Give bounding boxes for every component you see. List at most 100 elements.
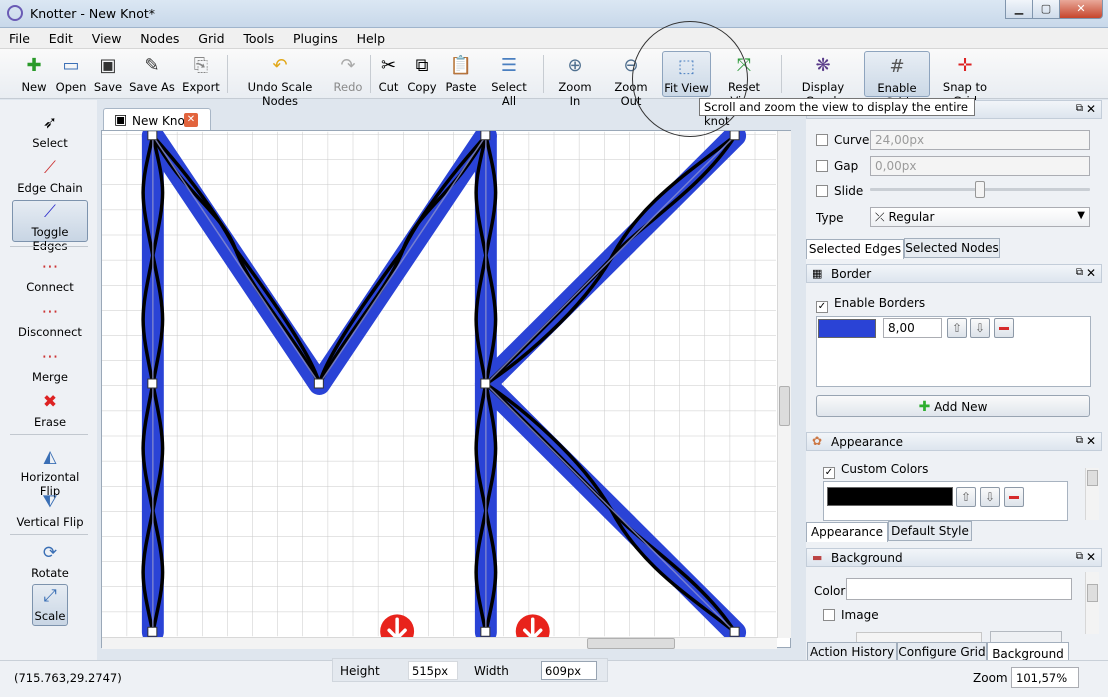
horizontal-scroll-thumb[interactable]: [587, 638, 675, 649]
save-button[interactable]: ▣ Save: [92, 51, 124, 97]
toolbar-separator: [781, 55, 782, 93]
curve-checkbox[interactable]: [816, 134, 828, 146]
connect-tool[interactable]: ⋯ Connect: [12, 256, 88, 296]
knot-node[interactable]: [729, 131, 740, 141]
new-button[interactable]: ✚ New: [18, 51, 50, 97]
tab-action-history[interactable]: Action History: [807, 642, 897, 662]
undo-button[interactable]: ↶ Undo Scale Nodes: [234, 51, 326, 108]
toggle-edges-tool[interactable]: ⟋ Toggle Edges: [12, 200, 88, 253]
tab-selected-edges[interactable]: Selected Edges: [806, 239, 904, 259]
display-graph-button[interactable]: ❋Display Graph: [787, 51, 859, 108]
close-dock-icon[interactable]: ✕: [1086, 434, 1096, 448]
merge-tool[interactable]: ⋯ Merge: [12, 346, 88, 386]
slide-checkbox[interactable]: [816, 185, 828, 197]
canvas-horizontal-scrollbar[interactable]: [102, 637, 777, 649]
knot-node[interactable]: [480, 626, 491, 637]
knot-drawing[interactable]: [102, 131, 776, 637]
cut-button[interactable]: ✂ Cut: [375, 51, 402, 97]
appearance-scroll-thumb[interactable]: [1087, 470, 1098, 486]
menu-help[interactable]: Help: [348, 28, 392, 46]
disconnect-tool[interactable]: ⋯ Disconnect: [12, 301, 88, 341]
background-image-path-field[interactable]: [856, 632, 982, 642]
menu-tools[interactable]: Tools: [234, 28, 280, 46]
menu-grid[interactable]: Grid: [189, 28, 230, 46]
border-width-spinbox[interactable]: 8,00: [883, 318, 942, 338]
knot-canvas[interactable]: [101, 130, 791, 648]
rotate-tool[interactable]: ⟳ Rotate: [12, 542, 88, 582]
close-dock-icon[interactable]: ✕: [1086, 266, 1096, 280]
add-new-border-button[interactable]: ✚ Add New: [816, 395, 1090, 417]
snap-to-grid-button[interactable]: ✛Snap to Grid: [933, 51, 997, 108]
background-scroll-thumb[interactable]: [1087, 584, 1098, 602]
tab-selected-nodes[interactable]: Selected Nodes: [904, 238, 1000, 258]
slide-slider-thumb[interactable]: [975, 181, 985, 198]
scale-tool[interactable]: ⤢ Scale: [32, 584, 68, 626]
zoom-spinbox[interactable]: 101,57%: [1011, 667, 1079, 688]
move-up-button[interactable]: ⇧: [956, 487, 976, 507]
move-down-button[interactable]: ⇩: [980, 487, 1000, 507]
menu-nodes[interactable]: Nodes: [131, 28, 185, 46]
close-tab-icon[interactable]: ✕: [184, 113, 198, 127]
vertical-scroll-thumb[interactable]: [779, 386, 790, 426]
move-down-button[interactable]: ⇩: [970, 318, 990, 338]
knot-node[interactable]: [147, 626, 158, 637]
tab-appearance[interactable]: Appearance: [806, 522, 888, 542]
background-color-button[interactable]: [846, 578, 1072, 600]
tab-configure-grid[interactable]: Configure Grid: [897, 642, 987, 662]
zoom-in-button[interactable]: ⊕ Zoom In: [553, 51, 597, 108]
custom-colors-checkbox[interactable]: ✓: [823, 467, 835, 479]
menu-edit[interactable]: Edit: [40, 28, 79, 46]
float-dock-icon[interactable]: ⧉: [1076, 435, 1083, 446]
knot-node[interactable]: [147, 378, 158, 389]
knot-node[interactable]: [729, 626, 740, 637]
minimize-button[interactable]: ▁: [1005, 0, 1033, 19]
menu-file[interactable]: File: [0, 28, 36, 46]
browse-image-button[interactable]: [990, 631, 1062, 642]
strand-color-swatch[interactable]: [827, 487, 953, 506]
enable-grid-button[interactable]: #Enable Grid: [864, 51, 930, 109]
float-dock-icon[interactable]: ⧉: [1076, 267, 1083, 278]
paste-button[interactable]: 📋 Paste: [444, 51, 478, 97]
background-image-checkbox[interactable]: [823, 609, 835, 621]
knot-node[interactable]: [313, 378, 324, 389]
float-dock-icon[interactable]: ⧉: [1076, 551, 1083, 562]
gap-checkbox[interactable]: [816, 160, 828, 172]
copy-button[interactable]: ⧉ Copy: [406, 51, 438, 97]
knot-node[interactable]: [480, 131, 491, 141]
background-scrollbar[interactable]: [1085, 572, 1099, 634]
enable-borders-checkbox[interactable]: ✓: [816, 301, 828, 313]
open-button[interactable]: ▭ Open: [53, 51, 89, 97]
move-up-button[interactable]: ⇧: [947, 318, 967, 338]
erase-tool[interactable]: ✖ Erase: [12, 391, 88, 431]
knot-node[interactable]: [480, 378, 491, 389]
select-all-button[interactable]: ☰ Select All: [484, 51, 534, 108]
horizontal-flip-tool[interactable]: ◭ Horizontal Flip: [12, 446, 88, 498]
width-input[interactable]: 609px: [541, 661, 597, 680]
appearance-scrollbar[interactable]: [1085, 468, 1099, 520]
border-color-swatch[interactable]: [818, 319, 876, 338]
edge-type-dropdown[interactable]: ⤫ Regular ▼: [870, 207, 1090, 227]
canvas-vertical-scrollbar[interactable]: [777, 131, 791, 638]
menu-plugins[interactable]: Plugins: [284, 28, 344, 46]
knot-node[interactable]: [147, 131, 158, 141]
vertical-flip-tool[interactable]: ⧨ Vertical Flip: [12, 491, 88, 531]
export-button[interactable]: ⎘ Export: [181, 51, 221, 97]
float-dock-icon[interactable]: ⧉: [1076, 103, 1083, 114]
remove-color-button[interactable]: [1004, 487, 1024, 507]
save-as-button[interactable]: ✎ Save As: [129, 51, 175, 97]
document-tab[interactable]: ▣ New Knot ✕: [103, 108, 211, 131]
remove-border-button[interactable]: [994, 318, 1014, 338]
tab-default-style[interactable]: Default Style: [888, 521, 972, 541]
gap-spinbox[interactable]: 0,00px: [870, 156, 1090, 176]
maximize-button[interactable]: ▢: [1032, 0, 1060, 19]
redo-button[interactable]: ↷ Redo: [331, 51, 365, 97]
background-dock-header: ▬ Background ⧉ ✕: [806, 548, 1102, 567]
select-tool[interactable]: ➶ Select: [12, 112, 88, 152]
close-dock-icon[interactable]: ✕: [1086, 550, 1096, 564]
menu-view[interactable]: View: [83, 28, 128, 46]
height-input[interactable]: 515px: [408, 661, 458, 680]
curve-spinbox[interactable]: 24,00px: [870, 130, 1090, 150]
edge-chain-tool[interactable]: ⟋ Edge Chain: [12, 157, 88, 197]
close-window-button[interactable]: ✕: [1059, 0, 1103, 19]
close-dock-icon[interactable]: ✕: [1086, 102, 1096, 116]
